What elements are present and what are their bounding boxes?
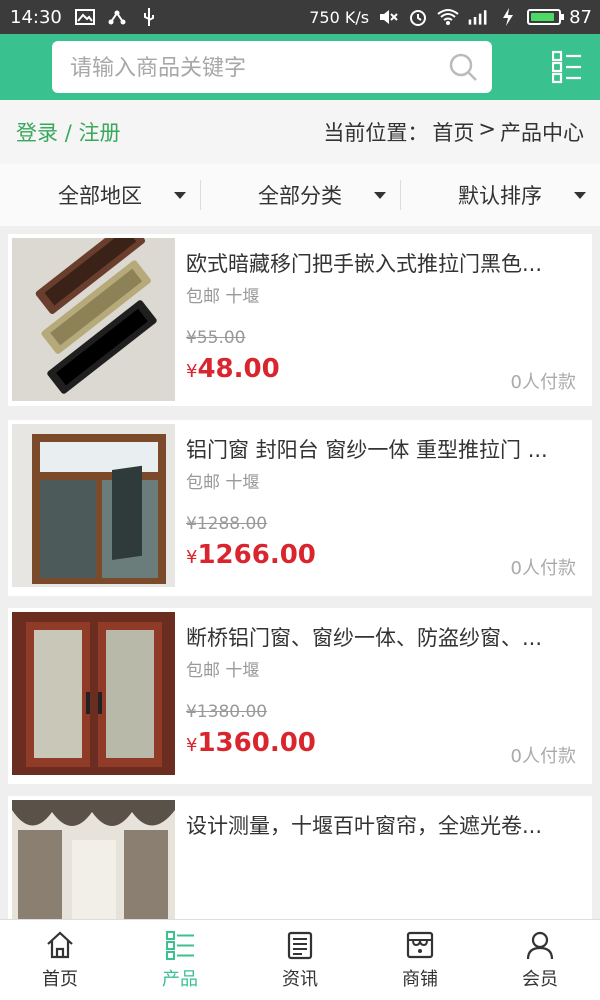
status-time: 14:30 <box>10 6 62 28</box>
home-icon <box>47 931 73 959</box>
product-list-icon <box>166 931 194 960</box>
message-icon <box>74 8 96 26</box>
login-register: 登录 / 注册 <box>16 117 120 147</box>
login-separator: / <box>64 121 72 145</box>
product-price: ¥1360.00 <box>186 728 316 758</box>
product-meta: 包邮 十堰 <box>186 473 260 493</box>
nav-member-label: 会员 <box>522 969 558 990</box>
product-image-aluminum-window[interactable] <box>12 612 175 775</box>
product-card[interactable]: 欧式暗藏移门把手嵌入式推拉门黑色... 包邮 十堰 ¥55.00 ¥48.00 … <box>8 234 592 406</box>
product-image-curtain[interactable] <box>12 800 175 926</box>
breadcrumb-arrow: > <box>478 117 496 141</box>
nav-shop[interactable]: 商铺 <box>360 920 480 1000</box>
caret-down-icon <box>374 192 386 199</box>
product-price: ¥48.00 <box>186 354 280 384</box>
product-name[interactable]: 设计测量，十堰百叶窗帘，全遮光卷... <box>186 810 576 840</box>
filter-bar: 全部地区 全部分类 默认排序 <box>0 164 600 226</box>
category-menu-icon[interactable] <box>552 50 582 84</box>
breadcrumb-current: 产品中心 <box>500 121 584 145</box>
product-original-price: ¥1380.00 <box>186 702 268 722</box>
product-paid-count: 0人付款 <box>510 558 576 579</box>
nav-products-label: 产品 <box>162 969 198 990</box>
battery-icon <box>527 9 565 25</box>
nav-news-label: 资讯 <box>282 969 318 990</box>
register-link[interactable]: 注册 <box>78 121 120 145</box>
user-icon <box>526 931 554 960</box>
shop-icon <box>406 931 434 959</box>
breadcrumb-row: 登录 / 注册 当前位置： 首页 > 产品中心 <box>0 100 600 164</box>
nav-news[interactable]: 资讯 <box>240 920 360 1000</box>
nav-member[interactable]: 会员 <box>480 920 600 1000</box>
product-meta: 包邮 十堰 <box>186 287 260 307</box>
product-original-price: ¥1288.00 <box>186 514 268 534</box>
filter-category-label: 全部分类 <box>258 184 342 208</box>
nav-products[interactable]: 产品 <box>120 920 240 1000</box>
breadcrumb-home[interactable]: 首页 <box>432 117 474 147</box>
breadcrumb: 当前位置： 首页 > 产品中心 <box>323 117 584 147</box>
breadcrumb-label: 当前位置： <box>323 121 429 145</box>
network-speed: 750 K/s <box>309 7 370 27</box>
caret-down-icon <box>574 192 586 199</box>
caret-down-icon <box>174 192 186 199</box>
signal-icon <box>467 8 489 26</box>
product-price: ¥1266.00 <box>186 540 316 570</box>
filter-region[interactable]: 全部地区 <box>0 164 200 226</box>
filter-sort-label: 默认排序 <box>458 184 542 208</box>
filter-category[interactable]: 全部分类 <box>200 164 400 226</box>
nav-shop-label: 商铺 <box>402 969 438 990</box>
product-original-price: ¥55.00 <box>186 328 246 348</box>
filter-region-label: 全部地区 <box>58 184 142 208</box>
search-icon[interactable] <box>448 52 478 82</box>
product-image-door-handle[interactable] <box>12 238 175 401</box>
usb-icon <box>138 8 160 26</box>
product-card[interactable]: 断桥铝门窗、窗纱一体、防盗纱窗、... 包邮 十堰 ¥1380.00 ¥1360… <box>8 608 592 784</box>
filter-sort[interactable]: 默认排序 <box>400 164 600 226</box>
product-name[interactable]: 铝门窗 封阳台 窗纱一体 重型推拉门 ... <box>186 434 576 464</box>
alarm-icon <box>407 8 429 26</box>
product-name[interactable]: 欧式暗藏移门把手嵌入式推拉门黑色... <box>186 248 576 278</box>
battery-percent: 87 <box>569 6 592 28</box>
nav-home[interactable]: 首页 <box>0 920 120 1000</box>
mute-icon <box>377 8 399 26</box>
product-card[interactable]: 设计测量，十堰百叶窗帘，全遮光卷... <box>8 796 592 926</box>
header <box>0 34 600 100</box>
share-icon <box>106 8 128 26</box>
product-card[interactable]: 铝门窗 封阳台 窗纱一体 重型推拉门 ... 包邮 十堰 ¥1288.00 ¥1… <box>8 420 592 596</box>
product-meta: 包邮 十堰 <box>186 661 260 681</box>
wifi-icon <box>437 8 459 26</box>
charging-icon <box>497 8 519 26</box>
search-box[interactable] <box>52 41 492 95</box>
nav-home-label: 首页 <box>42 969 78 990</box>
product-name[interactable]: 断桥铝门窗、窗纱一体、防盗纱窗、... <box>186 622 576 652</box>
login-link[interactable]: 登录 <box>16 121 58 145</box>
status-bar: 14:30 750 K/s 87 <box>0 0 600 34</box>
product-image-window[interactable] <box>12 424 175 587</box>
search-input[interactable] <box>68 41 432 95</box>
news-icon <box>287 931 313 960</box>
bottom-nav: 首页 产品 资讯 商铺 会员 <box>0 919 600 1000</box>
product-paid-count: 0人付款 <box>510 746 576 767</box>
product-paid-count: 0人付款 <box>510 372 576 393</box>
